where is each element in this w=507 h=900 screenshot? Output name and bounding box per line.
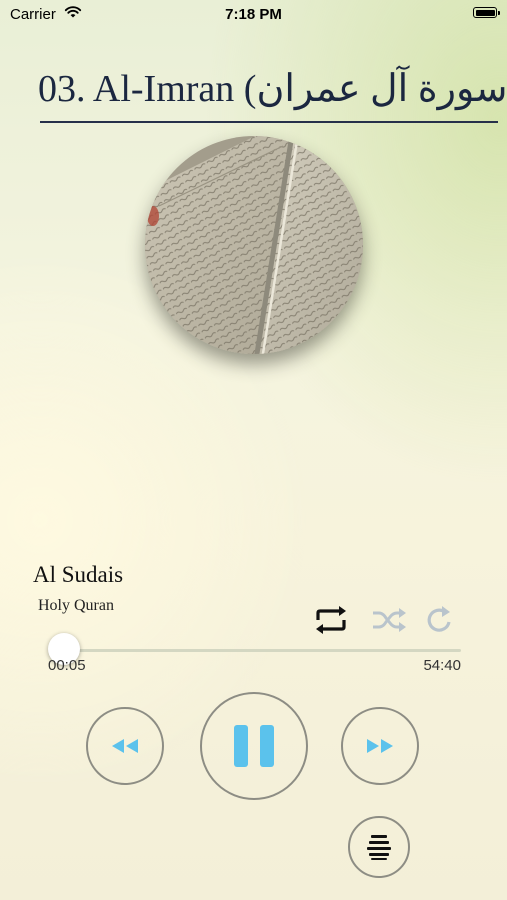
- rewind-icon: [112, 739, 138, 753]
- clock: 7:18 PM: [225, 6, 282, 23]
- title-divider: [40, 121, 498, 123]
- status-bar: Carrier 7:18 PM: [0, 0, 507, 28]
- repeat-one-button[interactable]: [420, 603, 458, 637]
- artist-name: Al Sudais: [33, 562, 124, 587]
- playlist-button[interactable]: [348, 816, 410, 878]
- repeat-all-button[interactable]: [312, 603, 350, 637]
- elapsed-time: 00:05: [48, 657, 86, 674]
- shuffle-button[interactable]: [370, 603, 408, 637]
- pause-icon: [234, 725, 274, 767]
- fast-forward-button[interactable]: [341, 707, 419, 785]
- album-name: Holy Quran: [38, 597, 114, 614]
- list-icon: [367, 835, 391, 860]
- battery-icon: [473, 7, 500, 18]
- total-time: 54:40: [423, 657, 461, 674]
- shuffle-icon: [373, 608, 406, 632]
- progress-track[interactable]: [64, 649, 461, 652]
- repeat-icon: [316, 606, 346, 634]
- album-artwork: [145, 136, 363, 354]
- rewind-button[interactable]: [86, 707, 164, 785]
- repeat-circle-icon: [427, 606, 451, 632]
- track-title: 03. Al-Imran (سورة آل عمران): [38, 68, 507, 110]
- fast-forward-icon: [367, 739, 393, 753]
- pause-button[interactable]: [200, 692, 308, 800]
